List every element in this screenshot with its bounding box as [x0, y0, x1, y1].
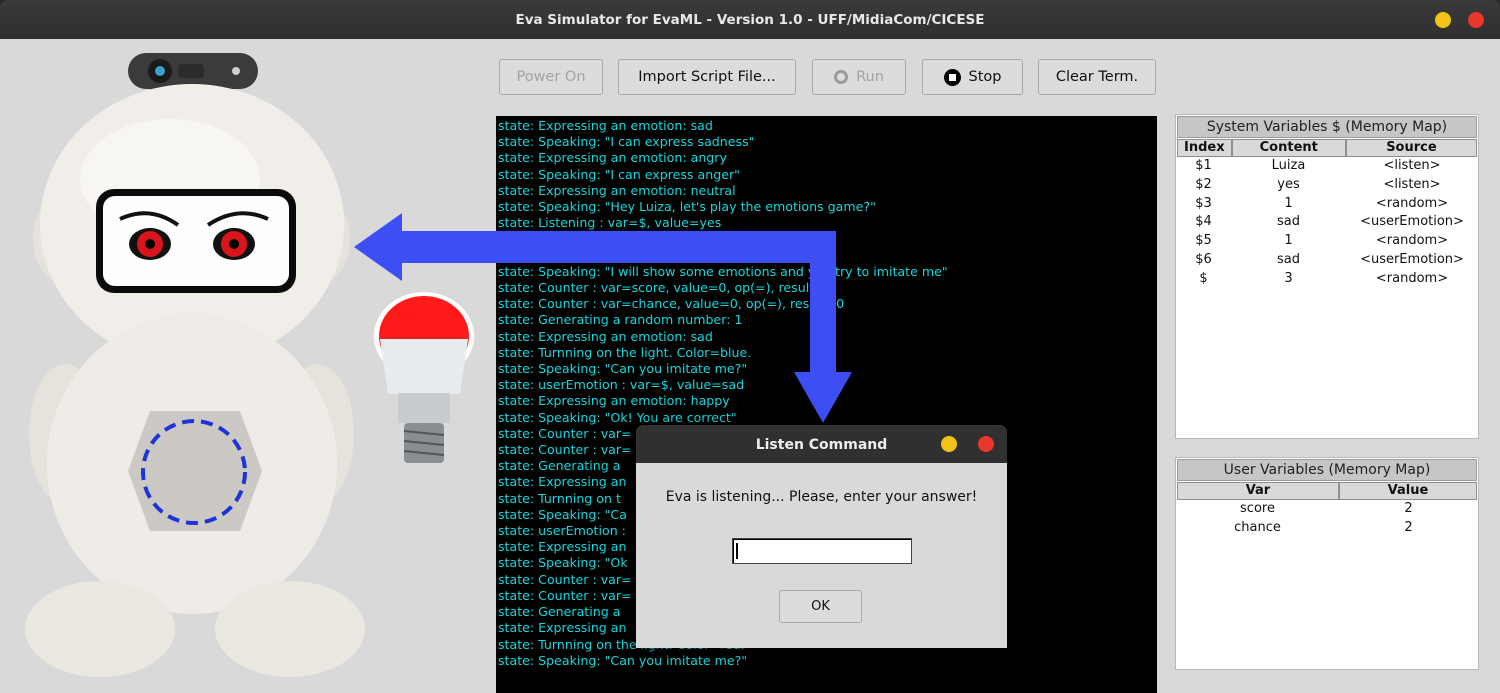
system-variables-panel: System Variables $ (Memory Map) Index Co… — [1175, 114, 1479, 439]
minimize-button[interactable] — [1435, 12, 1451, 28]
table-row[interactable]: $3 <random> — [1176, 270, 1478, 289]
table-cell: Luiza — [1271, 158, 1306, 173]
system-variables-title: System Variables $ (Memory Map) — [1177, 116, 1477, 138]
table-cell: 2 — [1404, 501, 1413, 516]
dialog-minimize-button[interactable] — [941, 436, 957, 452]
table-row[interactable]: $4 sad <userEmotion> — [1176, 213, 1478, 232]
table-row[interactable]: score 2 — [1176, 500, 1478, 519]
text-caret — [736, 543, 738, 559]
table-cell: <listen> — [1383, 176, 1441, 192]
system-variables-rows: $1 Luiza <listen> $2 yes <listen> $3 1 <random> $… — [1176, 157, 1478, 289]
table-cell: 1 — [1284, 233, 1293, 249]
table-row[interactable]: $3 1 <random> — [1176, 195, 1478, 214]
table-cell: sad — [1277, 214, 1300, 230]
terminal-line: state: Speaking: "I can express sadness" — [498, 134, 755, 150]
table-cell: $6 — [1195, 251, 1212, 267]
terminal-line: state: Counter : var=score, value=0, op(… — [498, 280, 833, 296]
table-cell: $4 — [1195, 214, 1212, 230]
table-cell: 1 — [1284, 195, 1293, 211]
terminal-line: state: Generating a random number: 1 — [498, 312, 743, 328]
dialog-titlebar: Listen Command — [636, 425, 1007, 463]
table-cell: chance — [1234, 519, 1281, 535]
eva-robot-illustration — [25, 53, 474, 677]
power-on-button[interactable]: Power On — [499, 59, 603, 95]
table-cell: 3 — [1284, 270, 1293, 286]
table-cell: <userEmotion> — [1360, 214, 1464, 230]
answer-input[interactable] — [732, 538, 912, 564]
run-button[interactable]: Run — [812, 59, 906, 95]
terminal-line: state: Speaking: "I will show some emoti… — [498, 263, 948, 279]
terminal-line: state: userEmotion : var=$, value=sad — [498, 377, 745, 393]
table-cell: $ — [1199, 270, 1208, 286]
terminal-line: state: Speaking: "Can you imitate me?" — [498, 652, 748, 668]
terminal-line: state: Expressing an emotion: angry — [498, 150, 727, 166]
clear-terminal-button[interactable]: Clear Term. — [1038, 59, 1156, 95]
table-row[interactable]: $6 sad <userEmotion> — [1176, 251, 1478, 270]
terminal-line: state: Listening : var=$, value=yes — [498, 215, 722, 231]
window-titlebar: Eva Simulator for EvaML - Version 1.0 - … — [0, 0, 1500, 39]
import-script-button[interactable]: Import Script File... — [618, 59, 796, 95]
robot-body — [25, 314, 365, 677]
table-cell: $5 — [1195, 233, 1212, 249]
terminal-line: state: Counter : var=chance, value=0, op… — [498, 296, 845, 312]
main-window: Power On Import Script File... Run Stop … — [0, 39, 1500, 693]
table-cell: $1 — [1195, 158, 1212, 173]
terminal-line: state: Speaking: "Can you imitate me?" — [498, 361, 748, 377]
table-row[interactable]: $2 yes <listen> — [1176, 176, 1478, 195]
table-cell: <userEmotion> — [1360, 251, 1464, 267]
stop-button[interactable]: Stop — [922, 59, 1023, 95]
terminal-line: state: Speaking: "Excellent! Let's go no… — [498, 247, 762, 263]
dialog-message: Eva is listening... Please, enter your a… — [665, 489, 978, 505]
table-cell: <listen> — [1383, 158, 1441, 173]
table-cell: yes — [1277, 176, 1300, 192]
user-variables-panel: User Variables (Memory Map) Var Value sc… — [1175, 457, 1479, 670]
terminal-line: state: Speaking: "Ok! You are correct" — [498, 409, 737, 425]
table-row[interactable]: $1 Luiza <listen> — [1176, 157, 1478, 176]
table-cell: $3 — [1195, 195, 1212, 211]
terminal-line: state: Expressing an emotion: sad — [498, 118, 713, 133]
table-cell: <random> — [1375, 233, 1449, 249]
stop-icon — [943, 68, 961, 86]
table-row[interactable]: $5 1 <random> — [1176, 232, 1478, 251]
table-cell: <random> — [1375, 195, 1449, 211]
terminal-line: state: Speaking: "Hey Luiza, let's play … — [498, 199, 876, 215]
dialog-close-button[interactable] — [978, 436, 994, 452]
table-cell: sad — [1277, 251, 1300, 267]
ok-button[interactable]: OK — [779, 590, 862, 623]
terminal-line: state: Expressing an emotion: sad — [498, 328, 713, 344]
dialog-title: Listen Command — [755, 437, 888, 453]
run-icon — [834, 70, 849, 84]
light-bulb-icon — [374, 292, 474, 463]
table-cell: 2 — [1404, 519, 1413, 535]
table-row[interactable]: chance 2 — [1176, 519, 1478, 538]
system-variables-header: Index Content Source — [1177, 139, 1477, 157]
terminal-line: state: Speaking: "I can express anger" — [498, 166, 740, 182]
terminal-line: state: Expressing an emotion: neutral — [498, 182, 736, 198]
table-cell: score — [1240, 501, 1275, 516]
user-variables-header: Var Value — [1177, 482, 1477, 500]
terminal-line: state: Expressing an emotion: happy — [498, 393, 730, 409]
table-cell: <random> — [1375, 270, 1449, 286]
user-variables-title: User Variables (Memory Map) — [1177, 459, 1477, 481]
user-variables-rows: score 2 chance 2 — [1176, 500, 1478, 538]
window-title: Eva Simulator for EvaML - Version 1.0 - … — [515, 12, 985, 28]
close-button[interactable] — [1468, 12, 1484, 28]
listen-command-dialog: Listen Command Eva is listening... Pleas… — [636, 425, 1007, 648]
terminal-line: state: Turnning on the light. Color=blue… — [498, 344, 752, 360]
table-cell: $2 — [1195, 176, 1212, 192]
